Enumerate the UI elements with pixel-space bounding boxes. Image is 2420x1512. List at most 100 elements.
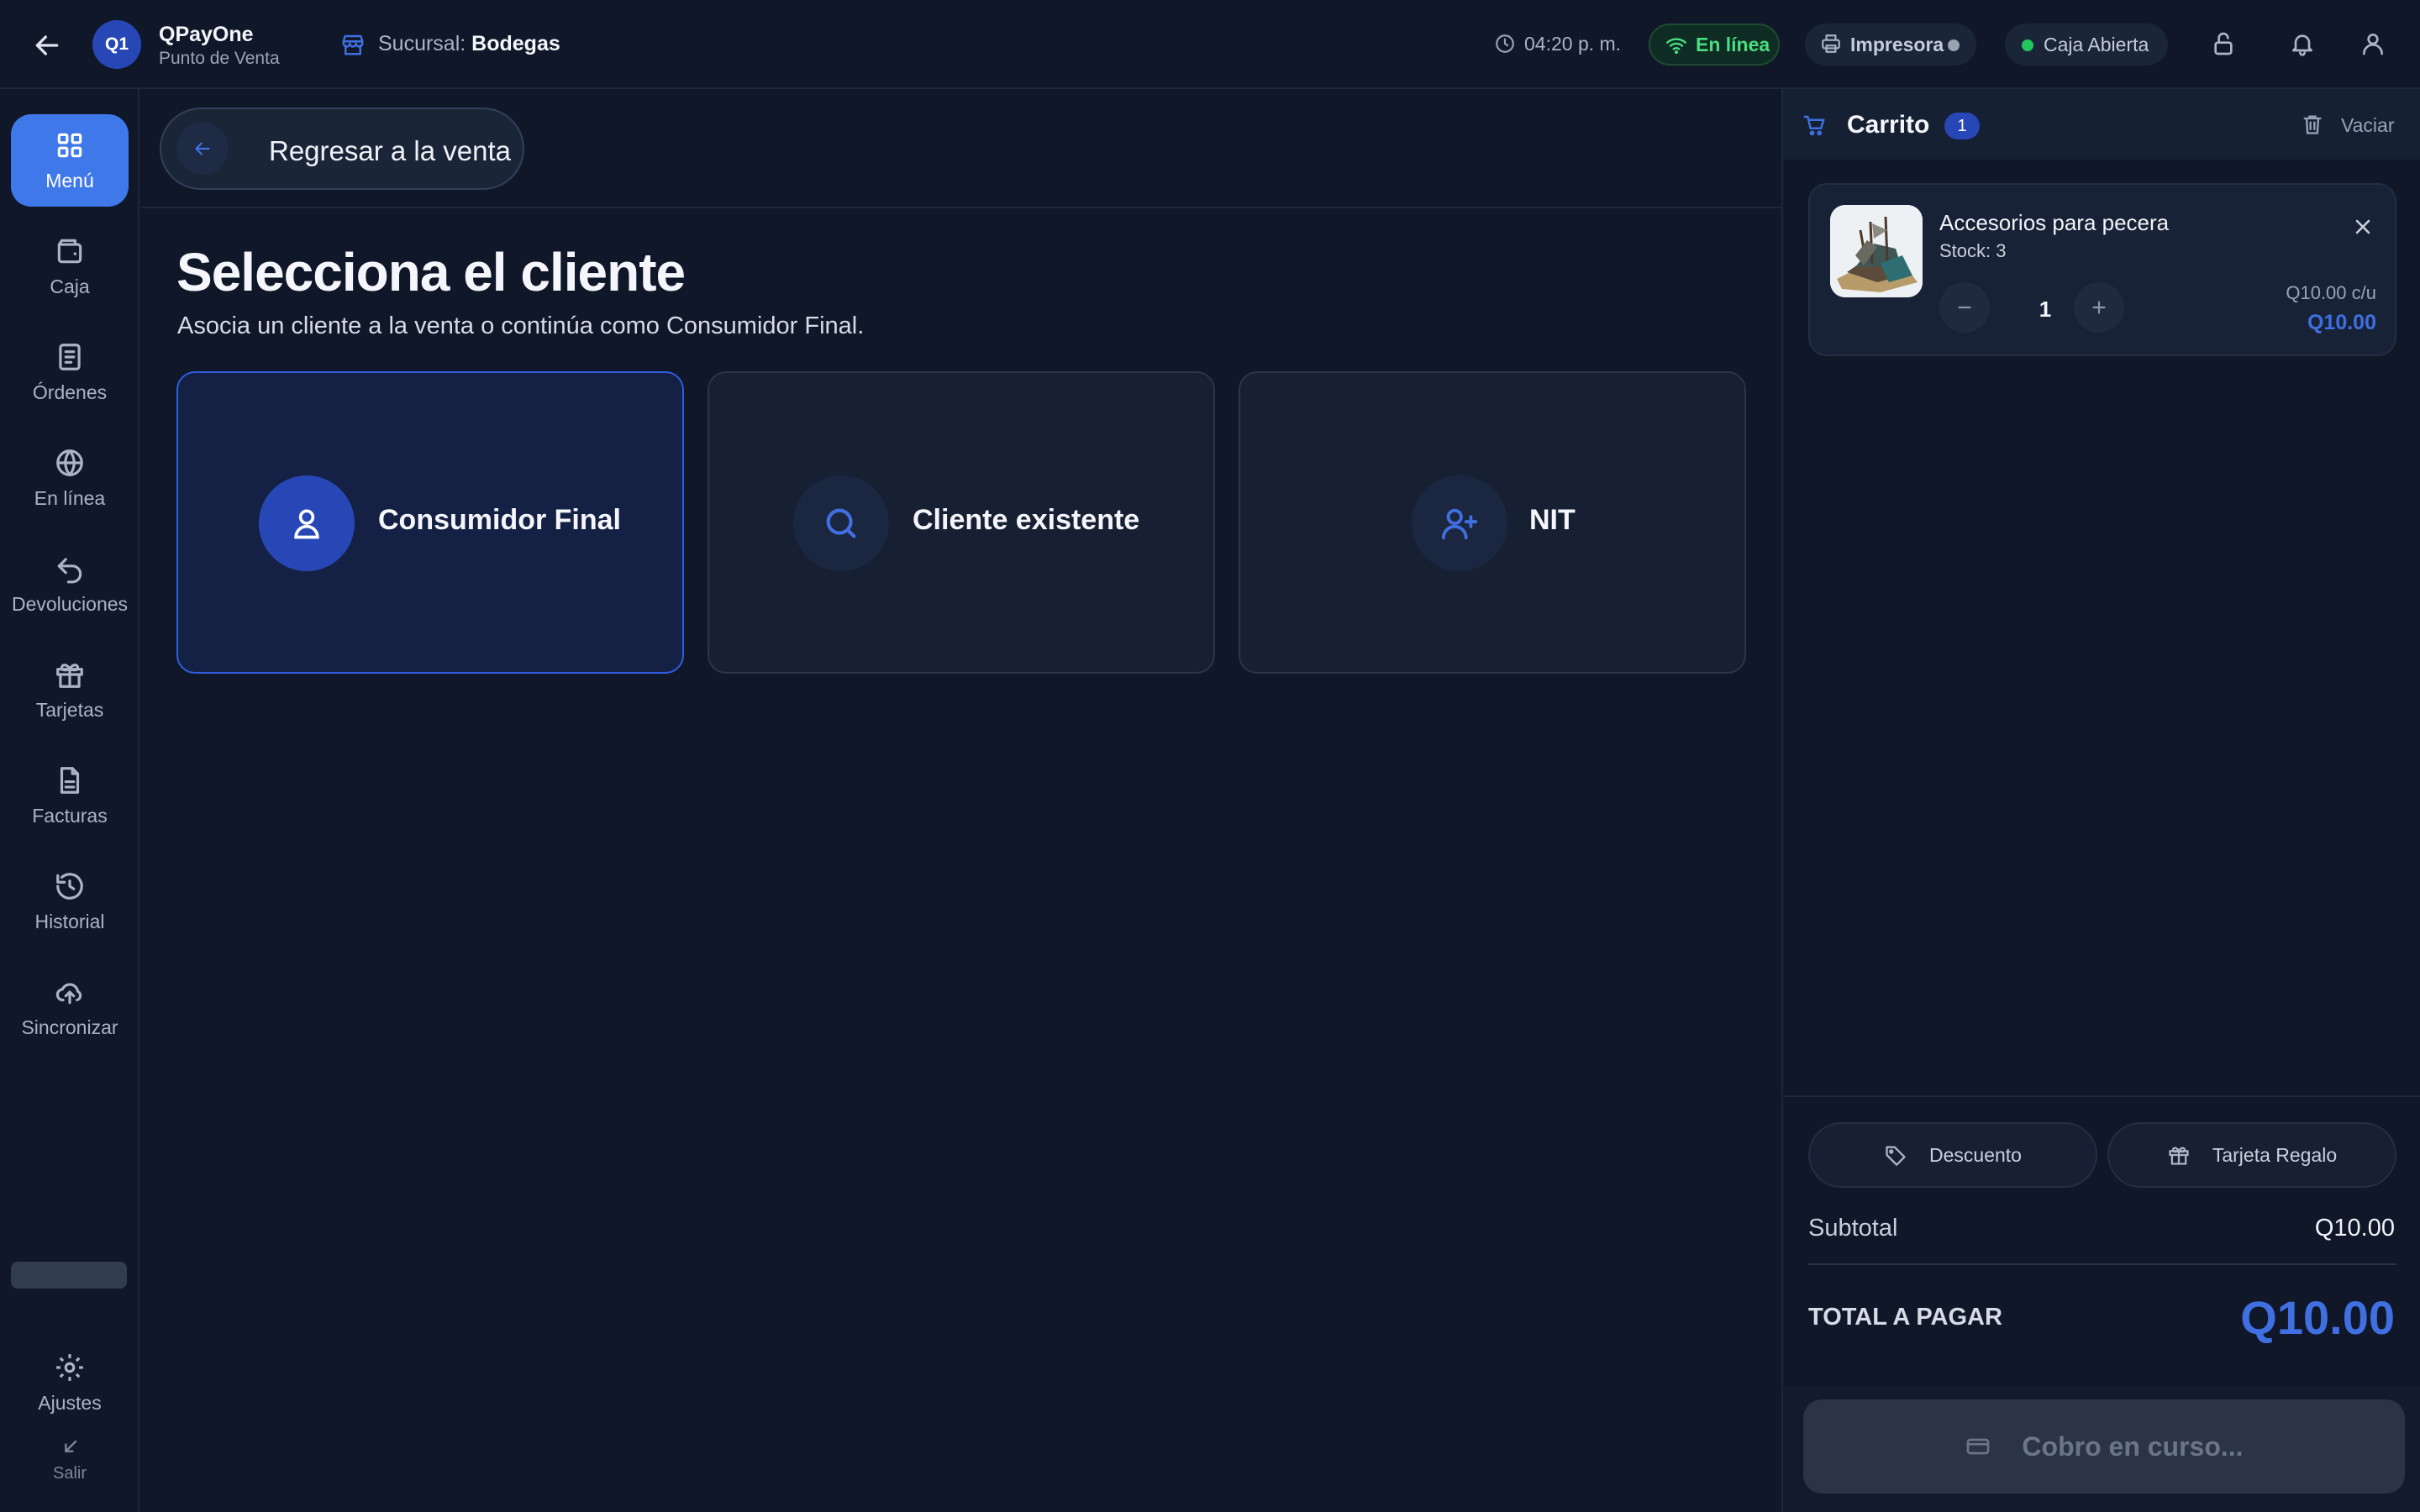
app-logo: Q1 [92,20,141,69]
branch-name: Bodegas [471,32,560,55]
lock-icon[interactable] [2210,30,2237,57]
printer-icon [1820,33,1842,55]
sidebar-item-label: Sincronizar [21,1016,118,1038]
trash-icon[interactable] [2301,113,2324,136]
sidebar-item-label: Salir [52,1463,87,1483]
user-icon [259,475,355,571]
exit-icon [58,1436,82,1459]
sidebar-item-caja[interactable]: Caja [11,220,129,312]
plus-icon [2092,301,2106,314]
return-button-label: Regresar a la venta [269,135,511,166]
subtotal-value: Q10.00 [2314,1215,2395,1242]
sidebar-item-historial[interactable]: Historial [11,855,129,948]
sidebar-divider-pill [11,1262,127,1289]
user-plus-icon [1412,475,1507,571]
tag-icon [1884,1143,1907,1167]
cart-item-unit-price: Q10.00 c/u [2286,282,2376,303]
clock-icon [1494,33,1516,55]
sidebar-item-devoluciones[interactable]: Devoluciones [11,538,129,630]
return-to-sale-button[interactable]: Regresar a la venta [160,108,524,190]
cart-item-stock: Stock: 3 [1939,240,2007,261]
sidebar-item-label: Devoluciones [11,592,129,615]
total-label: TOTAL A PAGAR [1808,1304,2002,1331]
cash-status-label: Caja Abierta [2044,33,2149,55]
history-icon [54,870,86,902]
discount-button[interactable]: Descuento [1808,1122,2097,1188]
gift-icon [54,659,86,690]
sidebar-item-sincronizar[interactable]: Sincronizar [11,961,129,1053]
cart-item-quantity: 1 [2039,297,2052,322]
option-label: NIT [1529,504,1576,536]
discount-label: Descuento [1929,1143,2022,1166]
decrease-quantity-button[interactable] [1939,282,1990,333]
sidebar-item-label: Facturas [32,804,108,827]
sidebar-item-label: En línea [34,486,106,509]
arrow-left-icon [176,123,229,175]
page-title: Selecciona el cliente [176,242,686,302]
cart-panel: Carrito 1 Vaciar Accesorios para pecera … [1781,89,2420,1512]
sidebar-item-salir[interactable]: Salir [11,1421,129,1497]
total-value: Q10.00 [2240,1291,2395,1344]
bell-icon[interactable] [2289,30,2316,57]
cart-item: Accesorios para pecera Stock: 3 1 Q10.00… [1808,183,2396,356]
top-bar: Q1 QPayOne Punto de Venta Sucursal: Bode… [0,0,2420,89]
orders-icon [54,341,86,373]
option-cliente-existente[interactable]: Cliente existente [708,371,1215,674]
product-thumbnail [1830,205,1923,297]
gift-icon [2167,1143,2191,1167]
branch-label: Sucursal: [378,32,466,55]
sidebar-item-label: Historial [34,910,105,932]
sidebar-item-en-linea[interactable]: En línea [11,432,129,524]
sidebar-item-label: Órdenes [32,381,108,403]
clear-cart-button[interactable]: Vaciar [2341,114,2395,137]
printer-label: Impresora [1850,33,1944,55]
gift-card-label: Tarjeta Regalo [2212,1143,2338,1166]
sidebar-item-menu[interactable]: Menú [11,114,129,207]
cart-item-line-total: Q10.00 [2307,311,2376,334]
sidebar-item-label: Caja [50,275,90,297]
page-subtitle: Asocia un cliente a la venta o continúa … [177,312,865,339]
sidebar-item-ordenes[interactable]: Órdenes [11,326,129,418]
search-icon [793,475,889,571]
branch-indicator: Sucursal: Bodegas [378,32,560,56]
pay-button[interactable]: Cobro en curso... [1803,1399,2405,1494]
gear-icon [54,1352,86,1383]
undo-icon [54,553,86,585]
minus-icon [1958,306,1971,309]
back-arrow-icon[interactable] [30,29,64,62]
option-label: Cliente existente [913,504,1140,536]
user-icon[interactable] [2360,30,2386,57]
sidebar-item-tarjetas[interactable]: Tarjetas [11,643,129,736]
gift-card-button[interactable]: Tarjeta Regalo [2107,1122,2396,1188]
sidebar: Menú Caja Órdenes En línea Devoluciones … [0,89,139,1512]
sidebar-item-label: Menú [45,169,94,192]
online-status-badge: En línea [1649,24,1780,66]
cash-register-status[interactable]: Caja Abierta [2005,24,2168,66]
cloud-upload-icon [54,976,86,1008]
sidebar-item-label: Ajustes [38,1391,102,1414]
printer-status-dot [1948,39,1960,51]
subtotal-label: Subtotal [1808,1215,1898,1242]
sidebar-item-label: Tarjetas [35,698,104,721]
app-name: QPayOne [159,23,254,46]
store-icon [340,32,366,57]
sidebar-item-ajustes[interactable]: Ajustes [11,1341,129,1425]
current-time: 04:20 p. m. [1524,33,1622,55]
credit-card-icon [1965,1433,1991,1460]
option-label: Consumidor Final [378,504,621,536]
cart-item-name: Accesorios para pecera [1939,210,2170,235]
option-consumidor-final[interactable]: Consumidor Final [176,371,684,674]
cart-icon [1802,113,1827,138]
wallet-icon [54,235,86,267]
globe-icon [54,447,86,479]
totals-divider [1808,1263,2396,1265]
option-nit[interactable]: NIT [1239,371,1746,674]
sidebar-item-facturas[interactable]: Facturas [11,749,129,842]
printer-status-button[interactable]: Impresora [1805,24,1976,66]
wifi-icon [1665,34,1687,56]
cart-count-badge: 1 [1944,113,1980,139]
increase-quantity-button[interactable] [2074,282,2124,333]
online-status-label: En línea [1696,33,1770,55]
pay-button-label: Cobro en curso... [2022,1431,2244,1462]
remove-item-icon[interactable] [2351,215,2375,239]
